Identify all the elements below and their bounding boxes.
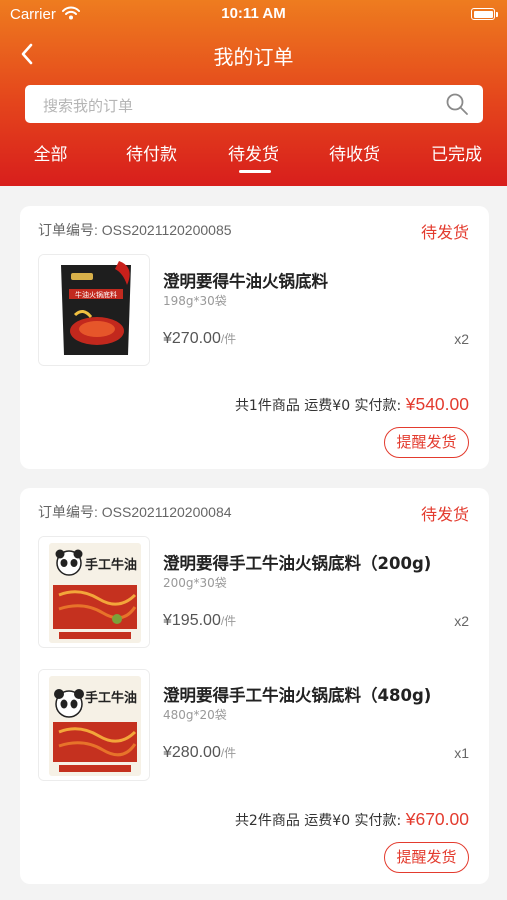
remind-shipment-button[interactable]: 提醒发货 xyxy=(384,427,469,458)
order-card[interactable]: 订单编号: OSS2021120200084 待发货 手工牛油 澄明要得手工牛油… xyxy=(20,488,489,884)
tab-all[interactable]: 全部 xyxy=(0,140,101,165)
product-quantity: x2 xyxy=(454,331,469,347)
active-tab-indicator xyxy=(239,170,271,173)
product-quantity: x2 xyxy=(454,613,469,629)
order-number: 订单编号: OSS2021120200085 xyxy=(38,222,232,238)
tab-completed[interactable]: 已完成 xyxy=(406,140,507,165)
price-unit: /件 xyxy=(220,614,237,628)
product-quantity: x1 xyxy=(454,745,469,761)
product-spec: 480g*20袋 xyxy=(163,708,227,722)
battery-icon xyxy=(471,8,498,20)
hotpot-package-panda-icon: 手工牛油 xyxy=(39,537,149,647)
order-summary: 共1件商品 运费¥0 实付款: ¥540.00 xyxy=(235,394,469,415)
product-price: ¥270.00/件 xyxy=(163,330,236,348)
product-price: ¥280.00/件 xyxy=(163,744,236,762)
summary-text: 共1件商品 运费¥0 实付款: xyxy=(234,398,406,414)
price-unit: /件 xyxy=(220,332,237,346)
page-title: 我的订单 xyxy=(213,45,294,69)
price-unit: /件 xyxy=(220,746,237,760)
hotpot-package-panda-icon: 手工牛油 xyxy=(39,670,149,780)
hotpot-package-black-icon: 牛油火锅底料 xyxy=(39,255,149,365)
price-value: ¥270.00 xyxy=(163,330,221,347)
product-image[interactable]: 牛油火锅底料 xyxy=(38,254,150,366)
package-label: 牛油火锅底料 xyxy=(75,290,117,299)
search-placeholder: 搜索我的订单 xyxy=(43,97,134,115)
product-spec: 198g*30袋 xyxy=(163,294,227,308)
total-amount: ¥540.00 xyxy=(405,394,469,414)
product-name: 澄明要得牛油火锅底料 xyxy=(163,272,328,291)
tab-pending-shipment[interactable]: 待发货 xyxy=(203,140,304,165)
product-spec: 200g*30袋 xyxy=(163,576,227,590)
order-card[interactable]: 订单编号: OSS2021120200085 待发货 牛油火锅底料 澄明要得牛油… xyxy=(20,206,489,469)
summary-text: 共2件商品 运费¥0 实付款: xyxy=(234,813,406,829)
total-amount: ¥670.00 xyxy=(405,809,469,829)
product-price: ¥195.00/件 xyxy=(163,612,236,630)
tab-pending-payment[interactable]: 待付款 xyxy=(101,140,202,165)
clock: 10:11 AM xyxy=(221,5,286,22)
header: Carrier 10:11 AM 我的订单 搜索我的订单 全部 待付款 待发货 xyxy=(0,0,507,186)
order-tabs: 全部 待付款 待发货 待收货 已完成 xyxy=(0,140,507,176)
product-image[interactable]: 手工牛油 xyxy=(38,669,150,781)
search-input[interactable]: 搜索我的订单 xyxy=(25,85,483,123)
order-status: 待发货 xyxy=(420,505,469,524)
nav-bar: 我的订单 xyxy=(0,34,507,74)
search-icon[interactable] xyxy=(445,92,469,116)
status-bar: Carrier 10:11 AM xyxy=(0,0,507,30)
product-image[interactable]: 手工牛油 xyxy=(38,536,150,648)
package-title: 手工牛油 xyxy=(85,557,137,573)
package-title: 手工牛油 xyxy=(85,690,137,706)
product-name: 澄明要得手工牛油火锅底料（480g) xyxy=(163,686,432,705)
order-number: 订单编号: OSS2021120200084 xyxy=(38,504,232,520)
product-name: 澄明要得手工牛油火锅底料（200g) xyxy=(163,554,432,573)
price-value: ¥195.00 xyxy=(163,612,221,629)
price-value: ¥280.00 xyxy=(163,744,221,761)
order-summary: 共2件商品 运费¥0 实付款: ¥670.00 xyxy=(235,809,469,830)
tab-pending-receipt[interactable]: 待收货 xyxy=(304,140,405,165)
order-status: 待发货 xyxy=(420,223,469,242)
remind-shipment-button[interactable]: 提醒发货 xyxy=(384,842,469,873)
